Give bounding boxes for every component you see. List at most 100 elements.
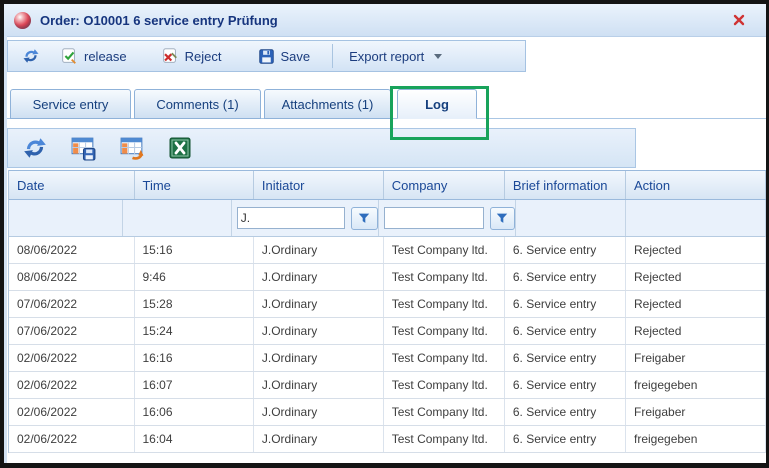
left-edge-strip — [4, 36, 7, 463]
tab-label: Log — [425, 97, 449, 112]
export-grid-button[interactable] — [119, 135, 146, 162]
company-filter-button[interactable] — [490, 207, 515, 230]
filter-cell-action — [626, 200, 766, 236]
cell-brief-information: 6. Service entry — [505, 426, 626, 452]
save-icon — [258, 48, 275, 65]
cell-company: Test Company ltd. — [384, 372, 505, 398]
log-toolbar — [7, 128, 636, 168]
cell-action: Rejected — [626, 291, 766, 317]
reject-button[interactable]: Reject — [155, 45, 228, 67]
cell-time: 15:24 — [135, 318, 254, 344]
reject-icon — [161, 47, 179, 65]
table-row[interactable]: 07/06/2022 15:24 J.Ordinary Test Company… — [9, 318, 766, 345]
tab-log[interactable]: Log — [397, 89, 477, 119]
cell-company: Test Company ltd. — [384, 345, 505, 371]
column-header-action[interactable]: Action — [626, 171, 766, 199]
column-header-initiator[interactable]: Initiator — [254, 171, 384, 199]
cell-company: Test Company ltd. — [384, 237, 505, 263]
log-table: Date Time Initiator Company Brief inform… — [8, 170, 766, 453]
tab-label: Service entry — [33, 97, 109, 112]
cell-time: 16:06 — [135, 399, 254, 425]
cell-initiator: J.Ordinary — [254, 372, 384, 398]
refresh-icon — [22, 47, 40, 65]
cell-brief-information: 6. Service entry — [505, 345, 626, 371]
table-save-icon — [70, 135, 97, 162]
reject-label: Reject — [185, 49, 222, 64]
tab-strip: Service entry Comments (1) Attachments (… — [10, 89, 477, 119]
cell-time: 15:28 — [135, 291, 254, 317]
release-button[interactable]: release — [54, 45, 133, 67]
tab-label: Comments (1) — [156, 97, 238, 112]
cell-date: 07/06/2022 — [9, 291, 135, 317]
titlebar: Order: O10001 6 service entry Prüfung — [4, 4, 766, 37]
table-row[interactable]: 02/06/2022 16:16 J.Ordinary Test Company… — [9, 345, 766, 372]
cell-time: 15:16 — [135, 237, 254, 263]
filter-cell-brief-information — [516, 200, 626, 236]
export-report-button[interactable]: Export report — [343, 47, 448, 66]
cell-company: Test Company ltd. — [384, 264, 505, 290]
table-row[interactable]: 08/06/2022 15:16 J.Ordinary Test Company… — [9, 237, 766, 264]
cell-date: 08/06/2022 — [9, 264, 135, 290]
cell-date: 02/06/2022 — [9, 345, 135, 371]
cell-company: Test Company ltd. — [384, 426, 505, 452]
cell-action: Freigaber — [626, 399, 766, 425]
excel-export-button[interactable] — [168, 136, 192, 160]
column-header-brief-information[interactable]: Brief information — [505, 171, 626, 199]
cell-company: Test Company ltd. — [384, 318, 505, 344]
close-button[interactable] — [732, 13, 746, 27]
cell-time: 16:04 — [135, 426, 254, 452]
cell-action: Freigaber — [626, 345, 766, 371]
cell-brief-information: 6. Service entry — [505, 291, 626, 317]
cell-action: Rejected — [626, 318, 766, 344]
order-window: Order: O10001 6 service entry Prüfung — [0, 0, 769, 468]
save-button[interactable]: Save — [252, 46, 317, 67]
app-icon — [14, 12, 31, 29]
cell-action: Rejected — [626, 264, 766, 290]
cell-action: freigegeben — [626, 426, 766, 452]
refresh-log-button[interactable] — [22, 135, 48, 161]
save-grid-button[interactable] — [70, 135, 97, 162]
tab-label: Attachments (1) — [282, 97, 374, 112]
initiator-filter-button[interactable] — [351, 207, 378, 230]
company-filter-input[interactable] — [384, 207, 484, 229]
tab-service-entry[interactable]: Service entry — [10, 89, 131, 119]
filter-cell-time — [123, 200, 232, 236]
cell-brief-information: 6. Service entry — [505, 399, 626, 425]
cell-initiator: J.Ordinary — [254, 426, 384, 452]
column-header-date[interactable]: Date — [9, 171, 135, 199]
cell-brief-information: 6. Service entry — [505, 237, 626, 263]
release-icon — [60, 47, 78, 65]
table-row[interactable]: 02/06/2022 16:07 J.Ordinary Test Company… — [9, 372, 766, 399]
refresh-icon — [22, 135, 48, 161]
refresh-button[interactable] — [16, 45, 46, 67]
table-row[interactable]: 02/06/2022 16:06 J.Ordinary Test Company… — [9, 399, 766, 426]
cell-date: 02/06/2022 — [9, 426, 135, 452]
initiator-filter-input[interactable] — [237, 207, 345, 229]
filter-cell-initiator — [232, 200, 379, 236]
cell-date: 02/06/2022 — [9, 372, 135, 398]
funnel-icon — [495, 211, 509, 225]
cell-initiator: J.Ordinary — [254, 399, 384, 425]
filter-cell-company — [379, 200, 516, 236]
cell-brief-information: 6. Service entry — [505, 264, 626, 290]
toolbar-separator — [332, 44, 333, 68]
cell-action: freigegeben — [626, 372, 766, 398]
cell-initiator: J.Ordinary — [254, 345, 384, 371]
funnel-icon — [357, 211, 371, 225]
table-row[interactable]: 08/06/2022 9:46 J.Ordinary Test Company … — [9, 264, 766, 291]
table-row[interactable]: 07/06/2022 15:28 J.Ordinary Test Company… — [9, 291, 766, 318]
tab-comments[interactable]: Comments (1) — [134, 89, 261, 119]
cell-initiator: J.Ordinary — [254, 291, 384, 317]
column-header-time[interactable]: Time — [135, 171, 254, 199]
excel-icon — [168, 136, 192, 160]
table-header-row: Date Time Initiator Company Brief inform… — [9, 170, 766, 200]
window-title: Order: O10001 6 service entry Prüfung — [40, 13, 278, 28]
column-header-company[interactable]: Company — [384, 171, 505, 199]
table-body: 08/06/2022 15:16 J.Ordinary Test Company… — [9, 237, 766, 453]
table-row[interactable]: 02/06/2022 16:04 J.Ordinary Test Company… — [9, 426, 766, 453]
window-inner: Order: O10001 6 service entry Prüfung — [4, 4, 766, 463]
cell-date: 07/06/2022 — [9, 318, 135, 344]
cell-company: Test Company ltd. — [384, 399, 505, 425]
tab-attachments[interactable]: Attachments (1) — [264, 89, 391, 119]
cell-initiator: J.Ordinary — [254, 237, 384, 263]
